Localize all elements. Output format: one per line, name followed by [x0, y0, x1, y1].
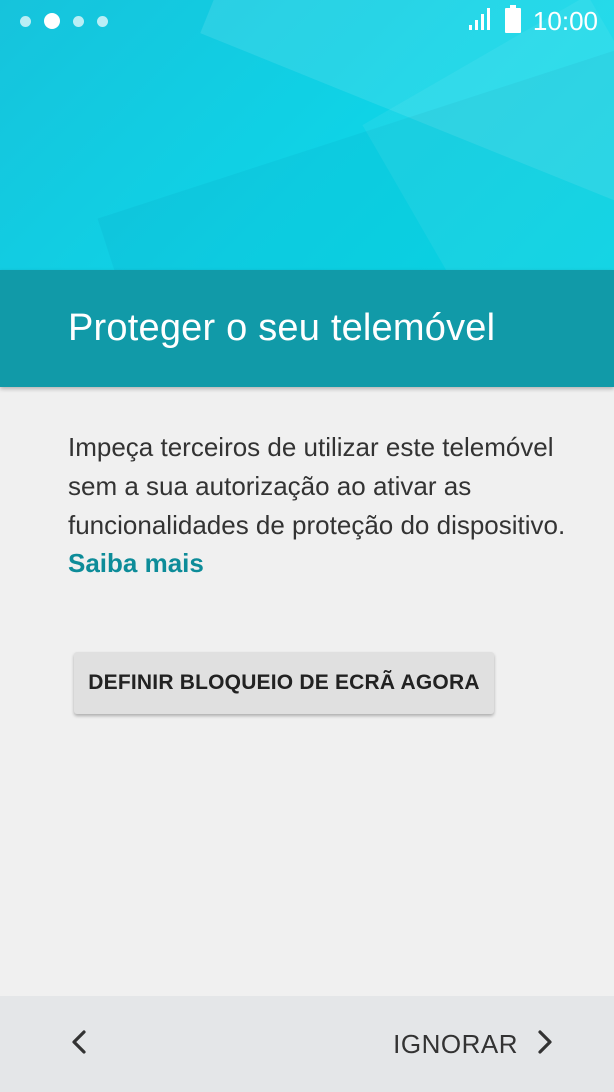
setup-screen: 10:00 Proteger o seu telemóvel Impeça te… [0, 0, 614, 1092]
page-dot [20, 15, 31, 27]
page-dot-active [44, 13, 60, 29]
status-time: 10:00 [532, 5, 598, 36]
content-area: Impeça terceiros de utilizar este telemó… [68, 428, 568, 581]
learn-more-link[interactable]: Saiba mais [68, 545, 204, 581]
chevron-left-icon [70, 1029, 88, 1060]
skip-button[interactable]: IGNORAR [393, 1029, 554, 1060]
page-dot [97, 15, 108, 27]
bottom-navigation: IGNORAR [0, 996, 614, 1092]
skip-label: IGNORAR [393, 1028, 518, 1059]
chevron-right-icon [536, 1029, 554, 1060]
back-button[interactable] [64, 1024, 94, 1064]
set-screen-lock-button[interactable]: DEFINIR BLOQUEIO DE ECRÃ AGORA [74, 652, 494, 714]
battery-icon [504, 4, 521, 38]
status-bar: 10:00 [0, 0, 614, 42]
page-title: Proteger o seu telemóvel [68, 307, 496, 349]
status-icons: 10:00 [467, 4, 598, 38]
description-text: Impeça terceiros de utilizar este telemó… [68, 432, 566, 540]
page-dot [73, 15, 84, 27]
signal-icon [467, 6, 493, 37]
page-indicator [20, 13, 108, 29]
title-band: Proteger o seu telemóvel [0, 270, 614, 387]
